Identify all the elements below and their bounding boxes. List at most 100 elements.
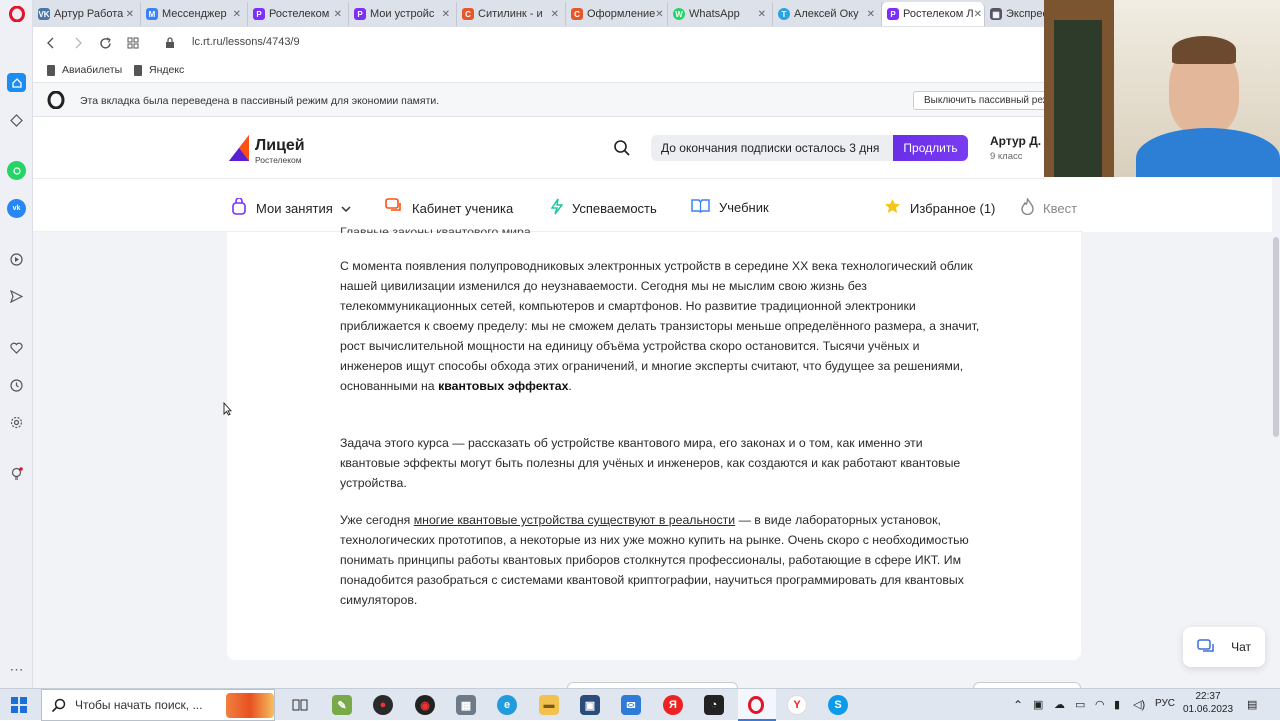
doorway: [1054, 20, 1102, 177]
lightbulb-icon[interactable]: [7, 464, 26, 483]
close-tab-icon[interactable]: ✕: [655, 9, 663, 20]
tab-citilink[interactable]: С Ситилинк - и ✕: [457, 2, 566, 26]
bag-icon: [231, 197, 247, 219]
paragraph-text: .: [568, 379, 572, 393]
opera-logo-icon[interactable]: [7, 4, 26, 23]
battery-icon[interactable]: ▮: [1114, 698, 1120, 711]
yandex-icon[interactable]: Я: [663, 695, 683, 715]
user-name[interactable]: Артур Д.: [990, 134, 1041, 148]
volume-icon[interactable]: ◁): [1133, 698, 1145, 711]
tab-grid-icon[interactable]: [124, 34, 142, 52]
scroll-thumb[interactable]: [1273, 237, 1279, 437]
wifi-icon[interactable]: ◠: [1095, 698, 1105, 711]
disable-passive-mode-button[interactable]: Выключить пассивный реж: [913, 91, 1053, 110]
chat-icon: [1197, 639, 1215, 658]
clock[interactable]: 22:37 01.06.2023: [1183, 691, 1233, 715]
nav-student-cabinet[interactable]: Кабинет ученика: [385, 198, 513, 218]
subscription-text: До окончания подписки осталось 3 дня: [661, 141, 880, 155]
close-tab-icon[interactable]: ✕: [758, 9, 766, 20]
yandex-browser-icon[interactable]: Y: [787, 695, 807, 715]
settings-gear-icon[interactable]: [7, 413, 26, 432]
close-tab-icon[interactable]: ✕: [551, 9, 559, 20]
site-header: Лицей Ростелеком До окончания подписки о…: [33, 117, 1044, 179]
speedometer-app-icon[interactable]: ◔: [704, 695, 724, 715]
tab-label: Экспресс: [1006, 8, 1044, 20]
skype-icon[interactable]: S: [828, 695, 848, 715]
close-tab-icon[interactable]: ✕: [867, 9, 875, 20]
close-tab-icon[interactable]: ✕: [126, 9, 134, 20]
nav-progress[interactable]: Успеваемость: [550, 198, 657, 219]
rostelecom-favicon-icon: Р: [253, 8, 265, 20]
nav-label: Мои занятия: [256, 201, 333, 216]
recorder-app-icon[interactable]: ◉: [415, 695, 435, 715]
back-icon[interactable]: [42, 34, 60, 52]
store-icon[interactable]: ▣: [580, 695, 600, 715]
edge-browser-icon[interactable]: e: [497, 695, 517, 715]
notifications-icon[interactable]: ▤: [1247, 698, 1257, 711]
mail-icon[interactable]: ✉: [621, 695, 641, 715]
nav-label: Квест: [1043, 201, 1078, 216]
more-dots-icon[interactable]: ⋯: [7, 660, 26, 679]
tab-checkout[interactable]: С Оформление ✕: [566, 2, 668, 26]
tab-express[interactable]: ▦ Экспресс: [985, 2, 1044, 26]
vk-icon[interactable]: vk: [7, 199, 26, 218]
devices-link[interactable]: многие квантовые устройства существуют в…: [414, 513, 735, 527]
heart-icon[interactable]: [7, 338, 26, 357]
tray-app-icon[interactable]: ▣: [1033, 698, 1043, 711]
tab-label: Ростелеком: [269, 8, 330, 20]
logo-title[interactable]: Лицей: [255, 137, 305, 155]
file-explorer-icon[interactable]: ▬: [539, 695, 559, 715]
tab-messenger[interactable]: M Мессенджер ✕: [141, 2, 248, 26]
nav-favorites[interactable]: Избранное (1): [884, 198, 995, 218]
nav-my-lessons[interactable]: Мои занятия: [231, 197, 351, 219]
renew-button[interactable]: Продлить: [893, 135, 968, 161]
close-tab-icon[interactable]: ✕: [442, 9, 450, 20]
history-icon[interactable]: [7, 376, 26, 395]
nav-label: Успеваемость: [572, 201, 657, 216]
chat-button[interactable]: Чат: [1183, 627, 1265, 667]
rostelecom-favicon-icon: Р: [887, 8, 899, 20]
bookmark-aviatickets[interactable]: Авиабилеты: [47, 64, 122, 76]
lock-icon[interactable]: [161, 34, 179, 52]
tab-whatsapp[interactable]: W WhatsApp ✕: [668, 2, 773, 26]
tab-label: WhatsApp: [689, 8, 740, 20]
search-icon[interactable]: [613, 139, 631, 162]
windows-start-icon[interactable]: [11, 697, 27, 718]
close-tab-icon[interactable]: ✕: [233, 9, 241, 20]
nav-quest[interactable]: Квест: [1021, 196, 1078, 219]
tab-telegram[interactable]: T Алексей Оку ✕: [773, 2, 882, 26]
tab-vk-work[interactable]: VK Артур Работа ✕: [33, 2, 141, 26]
close-tab-icon[interactable]: ✕: [334, 9, 342, 20]
keyboard-language[interactable]: РУС: [1155, 698, 1175, 709]
tab-rostelecom-active[interactable]: Р Ростелеком Л ✕: [882, 2, 985, 26]
tray-chevron-up-icon[interactable]: ⌃: [1013, 698, 1023, 712]
close-tab-icon[interactable]: ✕: [974, 9, 982, 20]
page-scrollbar[interactable]: [1272, 177, 1280, 688]
paint-app-icon[interactable]: ✎: [332, 695, 352, 715]
pinboard-icon[interactable]: [7, 111, 26, 130]
tray-display-icon[interactable]: ▭: [1075, 698, 1085, 711]
bookmark-yandex[interactable]: Яндекс: [134, 64, 184, 76]
subscription-pill: До окончания подписки осталось 3 дня Про…: [651, 135, 968, 161]
tab-rostelecom-1[interactable]: Р Ростелеком ✕: [248, 2, 349, 26]
lesson-paragraph-2: Задача этого курса — рассказать об устро…: [340, 436, 961, 490]
taskbar-search[interactable]: Чтобы начать поиск, ...: [41, 689, 275, 721]
paragraph-text: С момента появления полупроводниковых эл…: [340, 259, 980, 393]
home-icon[interactable]: [7, 73, 26, 92]
reload-icon[interactable]: [96, 34, 114, 52]
tab-bar: VK Артур Работа ✕ M Мессенджер ✕ Р Росте…: [33, 0, 1044, 27]
document-icon: [47, 64, 55, 76]
opera-taskbar-icon: [746, 695, 766, 715]
licey-logo-icon[interactable]: [227, 133, 251, 168]
url-field[interactable]: lc.rt.ru/lessons/4743/9: [192, 36, 300, 48]
task-view-icon[interactable]: [290, 695, 310, 715]
whatsapp-icon[interactable]: [7, 161, 26, 180]
tab-my-devices[interactable]: Р Мои устройс ✕: [349, 2, 457, 26]
player-icon[interactable]: [7, 250, 26, 269]
forward-icon[interactable]: [69, 34, 87, 52]
media-app-icon[interactable]: ●: [373, 695, 393, 715]
send-icon[interactable]: [7, 287, 26, 306]
calculator-icon[interactable]: ▦: [456, 695, 476, 715]
nav-textbook[interactable]: Учебник: [691, 198, 769, 217]
onedrive-icon[interactable]: ☁: [1054, 698, 1065, 711]
